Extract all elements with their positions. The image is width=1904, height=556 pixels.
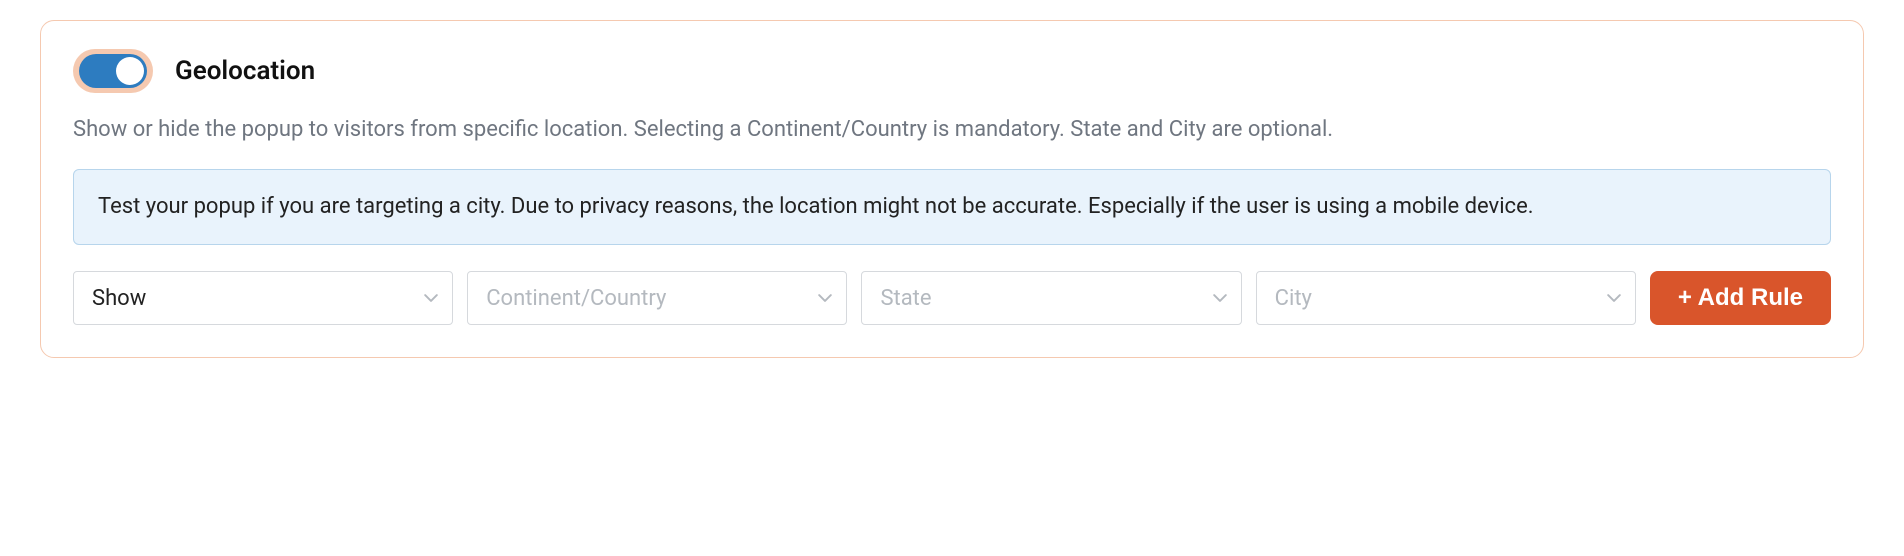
action-select[interactable]: Show xyxy=(73,271,453,325)
panel-header: Geolocation xyxy=(73,49,1831,93)
continent-country-placeholder: Continent/Country xyxy=(486,286,666,311)
panel-title: Geolocation xyxy=(175,56,315,86)
geolocation-toggle[interactable] xyxy=(73,49,153,93)
info-text: Test your popup if you are targeting a c… xyxy=(98,194,1534,219)
info-box: Test your popup if you are targeting a c… xyxy=(73,169,1831,245)
chevron-down-icon xyxy=(1607,291,1621,305)
geolocation-panel: Geolocation Show or hide the popup to vi… xyxy=(40,20,1864,358)
state-select[interactable]: State xyxy=(861,271,1241,325)
controls-row: Show Continent/Country State City + Add … xyxy=(73,271,1831,325)
chevron-down-icon xyxy=(818,291,832,305)
chevron-down-icon xyxy=(1213,291,1227,305)
state-placeholder: State xyxy=(880,286,931,311)
add-rule-button[interactable]: + Add Rule xyxy=(1650,271,1831,325)
action-select-value: Show xyxy=(92,286,146,311)
continent-country-select[interactable]: Continent/Country xyxy=(467,271,847,325)
city-placeholder: City xyxy=(1275,286,1312,311)
panel-description: Show or hide the popup to visitors from … xyxy=(73,113,1831,147)
chevron-down-icon xyxy=(424,291,438,305)
city-select[interactable]: City xyxy=(1256,271,1636,325)
